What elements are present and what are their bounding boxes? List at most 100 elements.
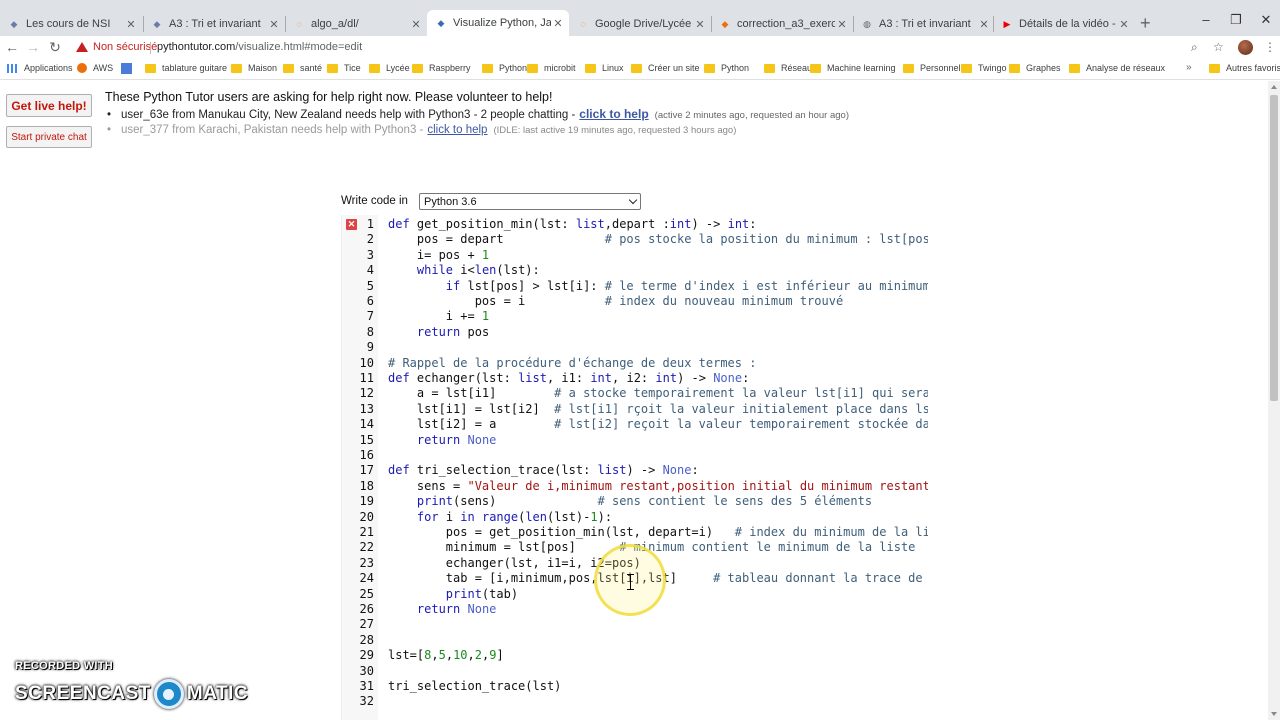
- bookmark-item[interactable]: AWS: [77, 63, 113, 73]
- bullet-icon: •: [107, 109, 112, 121]
- new-tab-button[interactable]: +: [1140, 14, 1151, 32]
- code-line[interactable]: 19 print(sens) # sens contient le sens d…: [342, 494, 928, 509]
- code-line[interactable]: 17 def tri_selection_trace(lst: list) -> …: [342, 463, 928, 478]
- browser-tab[interactable]: ▶ Détails de la vidéo - YouTube✕: [993, 12, 1135, 36]
- code-line[interactable]: 31 tri_selection_trace(lst): [342, 679, 928, 694]
- code-line[interactable]: 28: [342, 633, 928, 648]
- close-window-button[interactable]: ✕: [1256, 12, 1276, 28]
- get-live-help-button[interactable]: Get live help!: [6, 94, 92, 117]
- close-tab-icon[interactable]: ✕: [267, 18, 281, 31]
- bookmark-item[interactable]: Lycée: [369, 63, 410, 73]
- bookmark-item[interactable]: tablature guitare: [145, 63, 227, 73]
- line-number: 21: [359, 525, 374, 539]
- code-line[interactable]: 16: [342, 448, 928, 463]
- code-line[interactable]: 32: [342, 694, 928, 709]
- page-scrollbar[interactable]: [1268, 81, 1280, 720]
- close-tab-icon[interactable]: ✕: [835, 18, 849, 31]
- browser-tab[interactable]: ◆ Les cours de NSI ✕: [0, 12, 142, 36]
- bookmark-star-icon[interactable]: ☆: [1213, 40, 1224, 54]
- close-tab-icon[interactable]: ✕: [1117, 18, 1131, 31]
- jupyter-icon: ◆: [721, 18, 729, 29]
- line-number: 28: [359, 632, 374, 647]
- code-editor[interactable]: ✕ 1 def get_position_min(lst: list,depart…: [341, 215, 928, 720]
- code-line[interactable]: 10 # Rappel de la procédure d'échange de …: [342, 356, 928, 371]
- code-line[interactable]: 13 lst[i1] = lst[i2] # lst[i1] rçoit la …: [342, 402, 928, 417]
- bookmarks-overflow-button[interactable]: »: [1186, 62, 1192, 73]
- close-tab-icon[interactable]: ✕: [124, 18, 138, 31]
- bookmark-item[interactable]: Linux: [585, 63, 624, 73]
- bookmark-item[interactable]: Personnel: [903, 63, 961, 73]
- bookmark-item[interactable]: microbit: [527, 63, 576, 73]
- browser-tab[interactable]: ◌ Google Drive/Lycée généra✕: [569, 12, 711, 36]
- security-indicator[interactable]: Non sécurisé: [76, 41, 157, 53]
- zoom-icon[interactable]: ⌕: [1191, 40, 1198, 55]
- code-line[interactable]: 7 i += 1: [342, 309, 928, 324]
- start-private-chat-button[interactable]: Start private chat: [6, 126, 92, 148]
- code-line[interactable]: 20 for i in range(len(lst)-1):: [342, 510, 928, 525]
- code-line[interactable]: 18 sens = "Valeur de i,minimum restant,p…: [342, 479, 928, 494]
- click-to-help-link[interactable]: click to help: [579, 107, 648, 121]
- bookmark-item[interactable]: Maison: [231, 63, 277, 73]
- code-line[interactable]: 29 lst=[8,5,10,2,9]: [342, 648, 928, 663]
- forward-button[interactable]: →: [24, 39, 42, 55]
- browser-tab[interactable]: ◆ A3 : Tri et invariant ✕: [143, 12, 285, 36]
- bookmark-item[interactable]: Raspberry: [412, 63, 471, 73]
- code-line[interactable]: 4 while i<len(lst):: [342, 263, 928, 278]
- code-line[interactable]: 5 if lst[pos] > lst[i]: # le terme d'ind…: [342, 279, 928, 294]
- bookmark-item[interactable]: Applications: [7, 63, 73, 73]
- code-line[interactable]: 1 def get_position_min(lst: list,depart :…: [342, 217, 928, 232]
- bookmark-item[interactable]: Graphes: [1009, 63, 1061, 73]
- browser-tab[interactable]: ◆ Visualize Python, Java, JavaS✕: [427, 10, 569, 36]
- bookmark-item[interactable]: Twingo: [961, 63, 1007, 73]
- code-line[interactable]: 2 pos = depart # pos stocke la position …: [342, 232, 928, 247]
- browser-tab[interactable]: ◍ A3 : Tri et invariant ✕: [853, 12, 995, 36]
- language-select[interactable]: Python 3.6: [419, 193, 641, 210]
- bookmark-item[interactable]: Réseau: [764, 63, 812, 73]
- code-line[interactable]: 11 def echanger(lst: list, i1: int, i2: i…: [342, 371, 928, 386]
- google-icon: [121, 63, 132, 74]
- bookmark-item[interactable]: Tice: [327, 63, 361, 73]
- code-line[interactable]: 3 i= pos + 1: [342, 248, 928, 263]
- code-line[interactable]: 8 return pos: [342, 325, 928, 340]
- close-tab-icon[interactable]: ✕: [409, 18, 423, 31]
- scrollbar-thumb[interactable]: [1270, 95, 1278, 401]
- help-requests-panel: These Python Tutor users are asking for …: [105, 90, 849, 136]
- browser-tab[interactable]: ◌ algo_a/dl/ ✕: [285, 12, 427, 36]
- code-line[interactable]: 9: [342, 340, 928, 355]
- bookmark-item[interactable]: Python: [482, 63, 527, 73]
- url-host: pythontutor.com: [157, 41, 236, 53]
- bookmark-item[interactable]: Python: [704, 63, 749, 73]
- bookmark-item[interactable]: [121, 63, 138, 74]
- code-line[interactable]: 30: [342, 664, 928, 679]
- tab-title: algo_a/dl/: [311, 18, 359, 30]
- bookmark-item[interactable]: Créer un site: [631, 63, 700, 73]
- code-line[interactable]: 27: [342, 617, 928, 632]
- folder-icon: [231, 63, 242, 73]
- code-line[interactable]: 15 return None: [342, 433, 928, 448]
- bookmark-item[interactable]: Machine learning: [810, 63, 896, 73]
- back-button[interactable]: ←: [3, 39, 21, 55]
- bookmark-item[interactable]: santé: [283, 63, 322, 73]
- reload-button[interactable]: ↻: [46, 39, 64, 56]
- browser-tab[interactable]: ◆ correction_a3_exercices_tri✕: [711, 12, 853, 36]
- close-tab-icon[interactable]: ✕: [551, 17, 565, 30]
- folder-icon: [527, 63, 538, 73]
- code-text: def get_position_min(lst: list,depart :i…: [388, 217, 757, 231]
- profile-avatar[interactable]: [1238, 40, 1253, 55]
- click-to-help-link[interactable]: click to help: [427, 124, 487, 136]
- scroll-up-arrow-icon[interactable]: [1271, 85, 1277, 89]
- close-tab-icon[interactable]: ✕: [693, 18, 707, 31]
- close-tab-icon[interactable]: ✕: [977, 18, 991, 31]
- scroll-down-arrow-icon[interactable]: [1271, 712, 1277, 716]
- code-line[interactable]: 12 a = lst[i1] # a stocke temporairement…: [342, 386, 928, 401]
- bookmark-item[interactable]: Analyse de réseaux: [1069, 63, 1165, 73]
- address-bar[interactable]: pythontutor.com/visualize.html#mode=edit: [157, 41, 362, 53]
- code-line[interactable]: 6 pos = i # index du nouveau minimum tro…: [342, 294, 928, 309]
- menu-kebab-icon[interactable]: ⋮: [1264, 40, 1276, 54]
- code-line[interactable]: 14 lst[i2] = a # lst[i2] reçoit la valeu…: [342, 417, 928, 432]
- tab-separator: [993, 16, 994, 32]
- bookmark-other[interactable]: Autres favoris: [1209, 63, 1280, 73]
- minimize-button[interactable]: –: [1196, 12, 1216, 27]
- maximize-button[interactable]: ❐: [1226, 12, 1246, 28]
- code-line[interactable]: 21 pos = get_position_min(lst, depart=i)…: [342, 525, 928, 540]
